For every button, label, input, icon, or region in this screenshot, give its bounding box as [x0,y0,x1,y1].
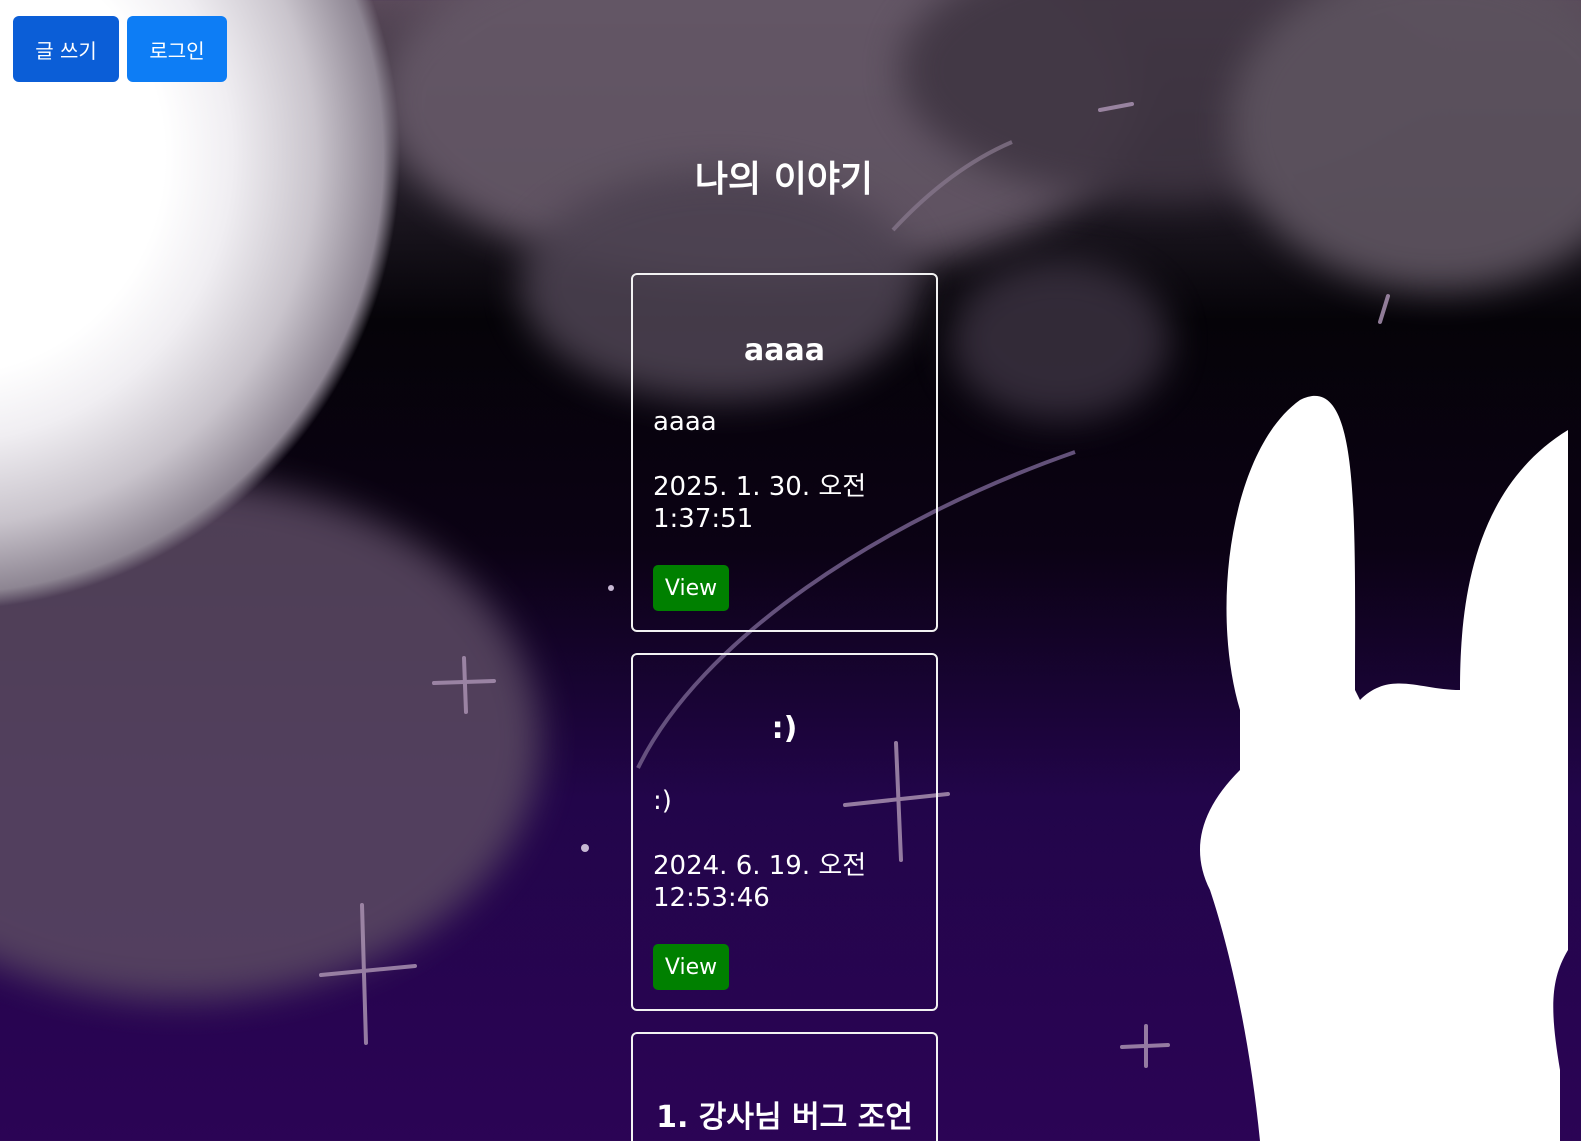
page-title: 나의 이야기 [694,159,874,200]
post-card: aaaa aaaa 2025. 1. 30. 오전 1:37:51 View [631,273,938,632]
login-button[interactable]: 로그인 [127,16,227,82]
post-body: :) [653,786,672,816]
post-date: 2024. 6. 19. 오전 12:53:46 [653,851,867,913]
post-title: 1. 강사님 버그 조언 [656,1100,913,1135]
write-post-button[interactable]: 글 쓰기 [13,16,119,82]
post-body: aaaa [653,407,717,437]
post-card: :) :) 2024. 6. 19. 오전 12:53:46 View [631,653,938,1011]
post-title: :) [771,711,798,746]
view-button[interactable]: View [653,944,729,990]
post-date: 2025. 1. 30. 오전 1:37:51 [653,472,867,534]
post-title: aaaa [744,333,825,368]
post-card: 1. 강사님 버그 조언 [631,1032,938,1141]
view-button[interactable]: View [653,565,729,611]
